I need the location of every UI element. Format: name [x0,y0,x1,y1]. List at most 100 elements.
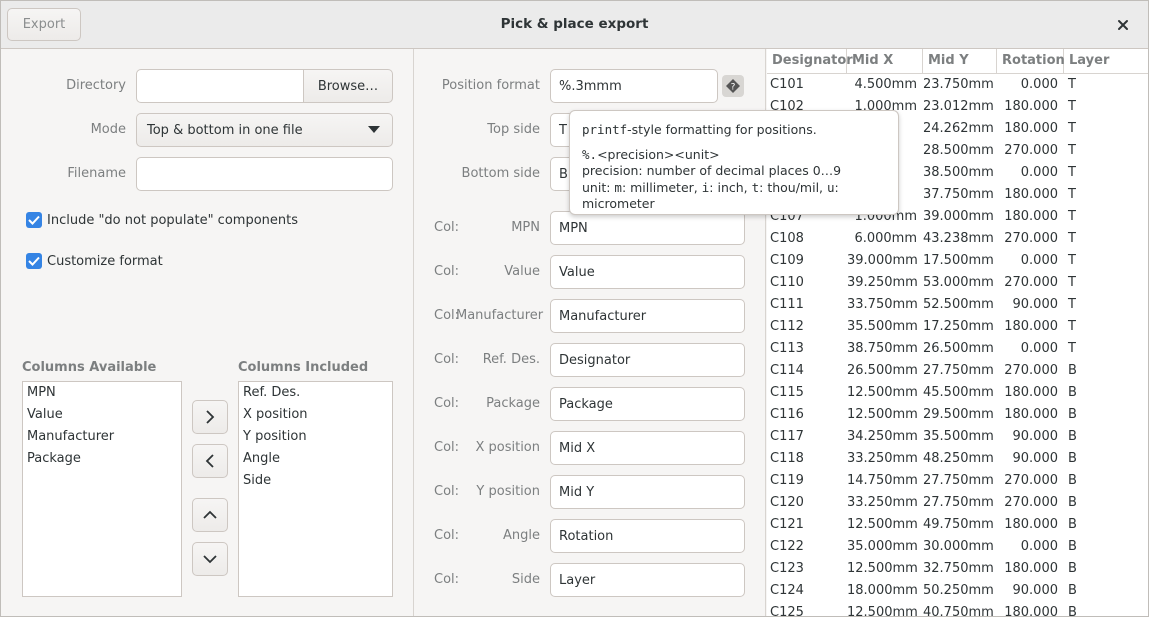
table-row[interactable]: C114 26.500mm 27.750mm 270.000 B [767,360,1148,382]
column-header-input[interactable]: MPN [550,211,745,245]
table-cell: B [1068,517,1077,532]
help-icon[interactable]: ? [722,75,744,97]
table-row[interactable]: C111 33.750mm 52.500mm 90.000 T [767,294,1148,316]
list-item[interactable]: X position [239,404,392,426]
table-row[interactable]: C116 12.500mm 29.500mm 180.000 B [767,404,1148,426]
tooltip-text: unit: [582,179,615,195]
columns-included-list[interactable]: Ref. Des. X position Y position Angle Si… [238,381,393,597]
table-cell: B [1068,495,1077,510]
table-cell: 270.000 [1004,495,1058,510]
table-cell: 37.750mm [923,187,994,202]
list-item[interactable]: Angle [239,448,392,470]
table-row[interactable]: C118 33.250mm 48.250mm 90.000 B [767,448,1148,470]
table-row[interactable]: C121 12.500mm 49.750mm 180.000 B [767,514,1148,536]
table-cell: 33.750mm [847,297,918,312]
filename-label: Filename [67,166,126,181]
table-cell: 35.500mm [847,319,918,334]
mode-dropdown[interactable]: Top & bottom in one file [136,113,393,147]
table-cell: 27.750mm [923,473,994,488]
table-cell: 27.750mm [923,495,994,510]
column-header[interactable]: Mid X [847,49,923,73]
table-row[interactable]: C110 39.250mm 53.000mm 270.000 T [767,272,1148,294]
table-row[interactable]: C108 6.000mm 43.238mm 270.000 T [767,228,1148,250]
column-header-input[interactable]: Layer [550,563,745,597]
table-cell: B [1068,583,1077,598]
table-row[interactable]: C115 12.500mm 45.500mm 180.000 B [767,382,1148,404]
column-header-input[interactable]: Rotation [550,519,745,553]
directory-input[interactable] [136,69,306,103]
table-cell: 38.750mm [847,341,918,356]
chevron-down-icon [368,126,380,133]
table-cell: 50.250mm [923,583,994,598]
list-item[interactable]: Side [239,470,392,492]
browse-button[interactable]: Browse… [303,69,393,103]
list-item[interactable]: Y position [239,426,392,448]
tooltip-code: %. [582,146,598,162]
table-row[interactable]: C124 18.000mm 50.250mm 90.000 B [767,580,1148,602]
column-header[interactable]: Rotation [997,49,1065,73]
table-cell: 90.000 [1012,583,1059,598]
table-cell: C111 [770,297,804,312]
tooltip-text: <precision><unit> [597,146,720,162]
move-up-button[interactable] [192,498,228,532]
table-cell: 12.500mm [847,407,918,422]
table-cell: 180.000 [1004,605,1058,616]
customize-format-label: Customize format [47,253,163,269]
column-header-input[interactable]: Mid X [550,431,745,465]
table-row[interactable]: C113 38.750mm 26.500mm 0.000 T [767,338,1148,360]
column-header-input[interactable]: Mid Y [550,475,745,509]
table-cell: C114 [770,363,804,378]
table-row[interactable]: C125 12.500mm 40.750mm 180.000 B [767,602,1148,616]
customize-format-checkbox[interactable]: Customize format [26,253,163,269]
table-cell: T [1068,77,1076,92]
add-column-button[interactable] [192,400,228,434]
table-cell: 90.000 [1012,297,1059,312]
column-header-input[interactable]: Manufacturer [550,299,745,333]
table-cell: B [1068,605,1077,616]
list-item[interactable]: Value [23,404,181,426]
table-cell: C120 [770,495,804,510]
list-item[interactable]: Ref. Des. [239,382,392,404]
table-row[interactable]: C119 14.750mm 27.750mm 270.000 B [767,470,1148,492]
column-header-input[interactable]: Package [550,387,745,421]
column-header-input[interactable]: Designator [550,343,745,377]
table-row[interactable]: C101 4.500mm 23.750mm 0.000 T [767,74,1148,96]
table-cell: B [1068,539,1077,554]
list-item[interactable]: MPN [23,382,181,404]
table-cell: T [1068,209,1076,224]
table-row[interactable]: C112 35.500mm 17.250mm 180.000 T [767,316,1148,338]
column-name-label: Package [486,396,540,411]
table-row[interactable]: C123 12.500mm 32.750mm 180.000 B [767,558,1148,580]
table-row[interactable]: C109 39.000mm 17.500mm 0.000 T [767,250,1148,272]
column-header-input[interactable]: Value [550,255,745,289]
remove-column-button[interactable] [192,444,228,478]
table-row[interactable]: C122 35.000mm 30.000mm 0.000 B [767,536,1148,558]
table-cell: 48.250mm [923,451,994,466]
mode-value: Top & bottom in one file [147,122,303,138]
include-dnp-checkbox[interactable]: Include "do not populate" components [26,212,298,228]
table-row[interactable]: C120 33.250mm 27.750mm 270.000 B [767,492,1148,514]
close-icon[interactable] [1113,15,1133,35]
position-format-input[interactable]: %.3mmm [550,69,718,103]
columns-available-list[interactable]: MPN Value Manufacturer Package [22,381,182,597]
table-cell: 39.000mm [923,209,994,224]
column-name-label: X position [475,440,540,455]
table-cell: 34.250mm [847,429,918,444]
column-header[interactable]: Mid Y [923,49,997,73]
list-item[interactable]: Package [23,448,181,470]
include-dnp-label: Include "do not populate" components [47,212,298,228]
column-header[interactable]: Layer [1064,49,1148,73]
table-cell: 0.000 [1020,165,1058,180]
filename-input[interactable] [136,157,393,191]
table-row[interactable]: C117 34.250mm 35.500mm 90.000 B [767,426,1148,448]
tooltip-text: : thou/mil, [759,179,827,195]
list-item[interactable]: Manufacturer [23,426,181,448]
tooltip-text: -style formatting for positions. [627,122,817,137]
move-down-button[interactable] [192,542,228,576]
column-header[interactable]: Designator [767,49,853,73]
table-cell: 52.500mm [923,297,994,312]
checkmark-icon [26,212,42,228]
table-cell: 53.000mm [923,275,994,290]
table-cell: 39.250mm [847,275,918,290]
tooltip-code: u [827,179,835,195]
